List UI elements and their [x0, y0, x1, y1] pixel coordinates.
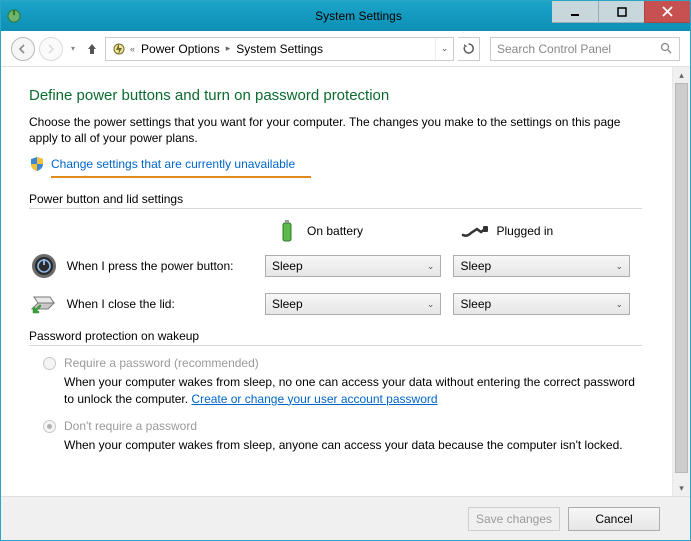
change-settings-link[interactable]: Change settings that are currently unava…: [51, 157, 295, 171]
highlight-underline: [51, 176, 311, 178]
breadcrumb-system-settings[interactable]: System Settings: [232, 42, 327, 56]
titlebar: System Settings: [1, 1, 690, 31]
page-heading: Define power buttons and turn on passwor…: [29, 87, 642, 104]
scrollbar[interactable]: ▴ ▾: [672, 67, 690, 496]
chevron-right-icon: ▸: [224, 43, 233, 54]
minimize-button[interactable]: [552, 1, 598, 23]
radio-require-desc: When your computer wakes from sleep, no …: [29, 374, 642, 406]
search-placeholder: Search Control Panel: [497, 42, 611, 56]
close-lid-icon: [29, 291, 59, 317]
breadcrumb-dropdown-icon[interactable]: ⌄: [435, 38, 453, 60]
maximize-button[interactable]: [598, 1, 644, 23]
section-power-title: Power button and lid settings: [29, 192, 642, 206]
radio-require-password: [43, 357, 56, 370]
chevron-down-icon: ⌄: [615, 261, 623, 272]
window-controls: [552, 1, 690, 23]
shield-icon: [29, 156, 45, 172]
plug-icon: [461, 223, 487, 239]
history-dropdown-icon[interactable]: ▾: [67, 44, 79, 53]
footer: Save changes Cancel: [1, 496, 690, 540]
forward-button[interactable]: [39, 37, 63, 61]
breadcrumb-power-options[interactable]: Power Options: [137, 42, 224, 56]
refresh-button[interactable]: [458, 37, 480, 61]
power-button-battery-select[interactable]: Sleep⌄: [265, 255, 442, 277]
save-changes-button: Save changes: [468, 507, 560, 531]
chevron-down-icon: ⌄: [615, 299, 623, 310]
create-password-link[interactable]: Create or change your user account passw…: [191, 392, 437, 406]
radio-dont-require-password: [43, 420, 56, 433]
cancel-button[interactable]: Cancel: [568, 507, 660, 531]
breadcrumb[interactable]: « Power Options ▸ System Settings ⌄: [105, 37, 454, 61]
system-settings-window: System Settings ▾ «: [0, 0, 691, 541]
radio-require-label: Require a password (recommended): [64, 356, 259, 370]
navbar: ▾ « Power Options ▸ System Settings ⌄ Se…: [1, 31, 690, 67]
content-area: Define power buttons and turn on passwor…: [1, 67, 672, 496]
close-button[interactable]: [644, 1, 690, 23]
section-password-title: Password protection on wakeup: [29, 329, 642, 343]
close-lid-battery-select[interactable]: Sleep⌄: [265, 293, 442, 315]
close-lid-plugged-select[interactable]: Sleep⌄: [453, 293, 630, 315]
up-button[interactable]: [83, 40, 101, 58]
chevron-right-icon: «: [128, 44, 137, 54]
scroll-down-icon[interactable]: ▾: [673, 480, 690, 496]
power-button-icon: [29, 253, 59, 279]
radio-dont-label: Don't require a password: [64, 419, 197, 433]
power-button-label: When I press the power button:: [67, 259, 265, 273]
column-on-battery: On battery: [279, 219, 461, 243]
search-icon: [660, 42, 673, 55]
search-input[interactable]: Search Control Panel: [490, 37, 680, 61]
page-subtext: Choose the power settings that you want …: [29, 114, 642, 146]
column-plugged-in: Plugged in: [461, 223, 643, 239]
radio-dont-desc: When your computer wakes from sleep, any…: [29, 437, 642, 453]
chevron-down-icon: ⌄: [427, 299, 435, 310]
scroll-up-icon[interactable]: ▴: [673, 67, 690, 83]
close-lid-label: When I close the lid:: [67, 297, 265, 311]
battery-icon: [279, 219, 297, 243]
back-button[interactable]: [11, 37, 35, 61]
chevron-down-icon: ⌄: [427, 261, 435, 272]
app-icon: [1, 8, 27, 24]
scroll-thumb[interactable]: [675, 83, 688, 473]
power-button-plugged-select[interactable]: Sleep⌄: [453, 255, 630, 277]
power-options-icon: [110, 40, 128, 58]
